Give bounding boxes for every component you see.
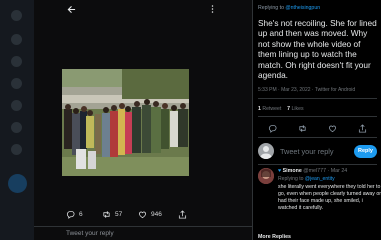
viewer-reply-placeholder: Tweet your reply bbox=[66, 230, 114, 237]
messages-icon bbox=[11, 100, 22, 111]
share-icon[interactable] bbox=[358, 123, 367, 133]
reply-date[interactable]: · Mar 24 bbox=[328, 168, 348, 174]
tweet-text: She's not recoiling. She for lined up an… bbox=[258, 18, 377, 81]
divider bbox=[258, 164, 377, 165]
reply-icon bbox=[66, 210, 75, 219]
reply-icon[interactable] bbox=[268, 124, 277, 133]
reply-text: she literally went everywhere they told … bbox=[278, 184, 381, 211]
compose-tweet-icon bbox=[8, 174, 27, 193]
tweet-actions-bar: 6 57 946 bbox=[34, 206, 252, 226]
avatar[interactable] bbox=[258, 143, 274, 159]
tweet-action-row bbox=[258, 122, 377, 134]
retweet-count: 57 bbox=[115, 211, 123, 218]
like-count: 946 bbox=[151, 211, 162, 218]
reply-button[interactable]: 6 bbox=[66, 210, 83, 219]
retweet-icon[interactable] bbox=[298, 124, 307, 133]
conversation-panel: Replying to @ntheisingpun She's not reco… bbox=[252, 0, 381, 240]
heart-emoji-icon: ♥ bbox=[278, 168, 282, 174]
share-icon bbox=[178, 210, 187, 219]
replying-to-line: Replying to @ntheisingpun bbox=[258, 5, 320, 11]
divider bbox=[258, 137, 377, 138]
share-button[interactable] bbox=[178, 210, 187, 219]
reply-replying-prefix: Replying to bbox=[278, 176, 304, 182]
tweet-timestamp[interactable]: 5:33 PM · Mar 23, 2022 · Twitter for And… bbox=[258, 87, 355, 93]
tweet-photo[interactable] bbox=[62, 69, 189, 176]
profile-icon bbox=[11, 144, 22, 155]
reply-author-handle[interactable]: @mel777 bbox=[303, 168, 326, 174]
reply-composer: Tweet your reply Reply bbox=[258, 141, 377, 163]
media-viewer bbox=[34, 0, 252, 240]
retweets-label[interactable]: Retweet bbox=[262, 106, 281, 112]
replying-to-prefix: Replying to bbox=[258, 5, 284, 11]
more-icon[interactable] bbox=[205, 4, 219, 18]
reply-count: 6 bbox=[79, 211, 83, 218]
twitter-logo-icon bbox=[11, 10, 22, 21]
likes-label[interactable]: Likes bbox=[291, 106, 303, 112]
replying-to-handle[interactable]: @ntheisingpun bbox=[285, 5, 320, 11]
retweet-icon bbox=[103, 211, 110, 218]
reply-author-name[interactable]: Simone bbox=[283, 168, 302, 174]
heart-icon[interactable] bbox=[328, 124, 337, 133]
avatar[interactable] bbox=[258, 168, 274, 184]
reply-replying-handle[interactable]: @jean_entity bbox=[305, 176, 335, 182]
divider bbox=[258, 116, 377, 117]
notifications-icon bbox=[11, 78, 22, 89]
bookmarks-icon bbox=[11, 122, 22, 133]
reply-input[interactable]: Tweet your reply bbox=[280, 147, 334, 156]
like-button[interactable]: 946 bbox=[138, 210, 162, 219]
reply-button[interactable]: Reply bbox=[354, 145, 377, 158]
sidebar-background bbox=[0, 0, 34, 240]
divider bbox=[258, 98, 377, 99]
reply-author-line: ♥ Simone @mel777 · Mar 24 bbox=[278, 168, 347, 174]
home-icon bbox=[11, 34, 22, 45]
next-reply-author[interactable]: More Replies bbox=[258, 234, 291, 240]
retweet-button[interactable]: 57 bbox=[102, 210, 122, 219]
explore-icon bbox=[11, 56, 22, 67]
viewer-reply-input[interactable]: Tweet your reply bbox=[34, 226, 252, 240]
tweet-stats: 1 Retweet 7 Likes bbox=[258, 106, 304, 112]
arrow-left-icon[interactable] bbox=[64, 4, 78, 18]
reply-replying-to: Replying to @jean_entity bbox=[278, 176, 335, 182]
retweets-count[interactable]: 1 bbox=[258, 106, 261, 112]
likes-count[interactable]: 7 bbox=[287, 106, 290, 112]
heart-icon bbox=[139, 211, 146, 219]
